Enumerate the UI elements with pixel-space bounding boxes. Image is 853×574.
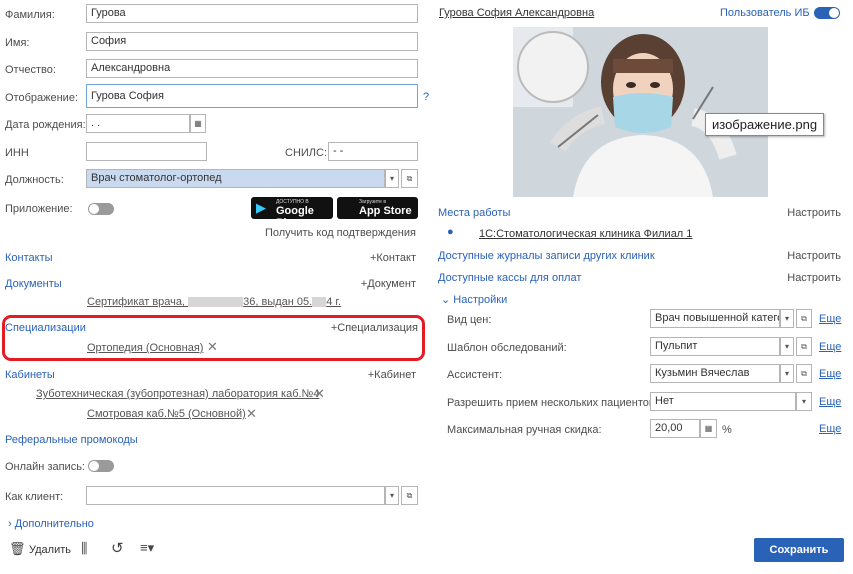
open-icon[interactable]: ⧉: [796, 337, 812, 356]
promo-link[interactable]: Реферальные промокоды: [5, 434, 138, 446]
chevron-down-icon[interactable]: ▾: [796, 392, 812, 411]
assistant-select[interactable]: Кузьмин Вячеслав: [650, 364, 780, 383]
history-icon[interactable]: ↺: [111, 539, 124, 557]
add-contact-link[interactable]: +Контакт: [300, 252, 416, 264]
birth-input[interactable]: . .: [86, 114, 190, 133]
chevron-down-icon[interactable]: ▾: [780, 364, 794, 383]
trash-icon[interactable]: 🗑: [9, 541, 26, 557]
employee-name-link[interactable]: Гурова София Александровна: [439, 7, 594, 19]
discount-input[interactable]: 20,00: [650, 419, 700, 438]
online-label: Онлайн запись:: [5, 461, 85, 473]
price-label: Вид цен:: [447, 314, 492, 326]
add-cabinet-link[interactable]: +Кабинет: [300, 369, 416, 381]
settings-expander[interactable]: ⌄ Настройки: [441, 293, 507, 306]
client-label: Как клиент:: [5, 491, 64, 503]
more-link[interactable]: Еще: [819, 423, 841, 435]
cashboxes-link[interactable]: Доступные кассы для оплат: [438, 272, 581, 284]
add-document-link[interactable]: +Документ: [300, 278, 416, 290]
configure-link[interactable]: Настроить: [760, 272, 841, 284]
inn-input[interactable]: [86, 142, 207, 161]
more-expander[interactable]: › Дополнительно: [8, 518, 94, 530]
template-label: Шаблон обследований:: [447, 342, 567, 354]
price-select[interactable]: Врач повышенной катего: [650, 309, 780, 328]
employee-photo[interactable]: [513, 27, 768, 197]
cabinets-link[interactable]: Кабинеты: [5, 369, 55, 381]
position-label: Должность:: [5, 174, 64, 186]
contacts-link[interactable]: Контакты: [5, 252, 53, 264]
cabinet-item[interactable]: Смотровая каб.№5 (Основной): [87, 408, 246, 420]
dentist-photo: [513, 27, 768, 197]
name-input[interactable]: София: [86, 32, 418, 51]
settings-sliders-icon[interactable]: ⫼: [81, 540, 87, 557]
configure-link[interactable]: Настроить: [760, 250, 841, 262]
display-input[interactable]: Гурова София: [86, 84, 418, 108]
more-link[interactable]: Еще: [819, 341, 841, 353]
app-toggle[interactable]: [88, 203, 114, 215]
position-select[interactable]: Врач стоматолог-ортопед: [86, 169, 385, 188]
chevron-down-icon[interactable]: ▾: [780, 309, 794, 328]
menu-icon[interactable]: ≡▾: [140, 540, 154, 556]
display-label: Отображение:: [5, 92, 78, 104]
surname-label: Фамилия:: [5, 9, 55, 21]
chevron-down-icon[interactable]: ▾: [385, 486, 399, 505]
app-store-badge[interactable]: Загрузите в App Store: [337, 197, 418, 219]
assistant-label: Ассистент:: [447, 369, 503, 381]
save-button[interactable]: Сохранить: [754, 538, 844, 562]
percent-label: %: [722, 424, 732, 436]
cabinet-item[interactable]: Зуботехническая (зубопротезная) лаборато…: [36, 388, 319, 400]
patronymic-label: Отчество:: [5, 64, 56, 76]
location-pin-icon: ●: [447, 226, 454, 238]
redacted-block: [188, 297, 244, 308]
workplaces-link[interactable]: Места работы: [438, 207, 510, 219]
redacted-block: [312, 297, 327, 308]
calendar-icon[interactable]: ▦: [190, 114, 206, 133]
app-label: Приложение:: [5, 203, 73, 215]
document-item[interactable]: Сертификат врача, 36, выдан 05. 4 г.: [87, 296, 341, 308]
client-select[interactable]: [86, 486, 385, 505]
open-icon[interactable]: ⧉: [796, 309, 812, 328]
open-icon[interactable]: ⧉: [796, 364, 812, 383]
google-play-badge[interactable]: ▶ ДОСТУПНО В Google Play: [251, 197, 333, 229]
open-icon[interactable]: ⧉: [401, 486, 418, 505]
chevron-down-icon[interactable]: ▾: [385, 169, 399, 188]
snils-label: СНИЛС:: [285, 147, 328, 159]
patronymic-input[interactable]: Александровна: [86, 59, 418, 78]
google-play-icon: ▶: [256, 200, 266, 215]
close-icon[interactable]: ✕: [246, 406, 257, 422]
multi-select[interactable]: Нет: [650, 392, 796, 411]
multi-label: Разрешить прием нескольких пациентов:: [447, 397, 658, 409]
calculator-icon[interactable]: ▦: [700, 419, 717, 438]
highlight-frame: [2, 315, 425, 361]
journals-link[interactable]: Доступные журналы записи других клиник: [438, 250, 655, 262]
ib-user-toggle[interactable]: [814, 7, 840, 19]
template-select[interactable]: Пульпит: [650, 337, 780, 356]
help-icon[interactable]: ?: [423, 91, 429, 103]
snils-input[interactable]: - -: [328, 142, 418, 161]
chevron-down-icon[interactable]: ▾: [780, 337, 794, 356]
configure-link[interactable]: Настроить: [760, 207, 841, 219]
discount-label: Максимальная ручная скидка:: [447, 424, 602, 436]
chevron-right-icon: ›: [8, 518, 12, 530]
chevron-down-icon: ⌄: [441, 294, 451, 306]
online-toggle[interactable]: [88, 460, 114, 472]
more-link[interactable]: Еще: [819, 368, 841, 380]
clinic-link[interactable]: 1С:Стоматологическая клиника Филиал 1: [479, 228, 692, 240]
delete-button[interactable]: Удалить: [29, 544, 71, 556]
more-link[interactable]: Еще: [819, 396, 841, 408]
documents-link[interactable]: Документы: [5, 278, 62, 290]
name-label: Имя:: [5, 37, 30, 49]
open-icon[interactable]: ⧉: [401, 169, 418, 188]
birth-label: Дата рождения:: [5, 119, 86, 131]
file-tooltip: изображение.png: [705, 113, 825, 136]
get-code-link[interactable]: Получить код подтверждения: [250, 227, 416, 239]
close-icon[interactable]: ✕: [314, 386, 325, 402]
more-link[interactable]: Еще: [819, 313, 841, 325]
surname-input[interactable]: Гурова: [86, 4, 418, 23]
ib-user-label: Пользователь ИБ: [720, 7, 810, 19]
inn-label: ИНН: [5, 147, 29, 159]
